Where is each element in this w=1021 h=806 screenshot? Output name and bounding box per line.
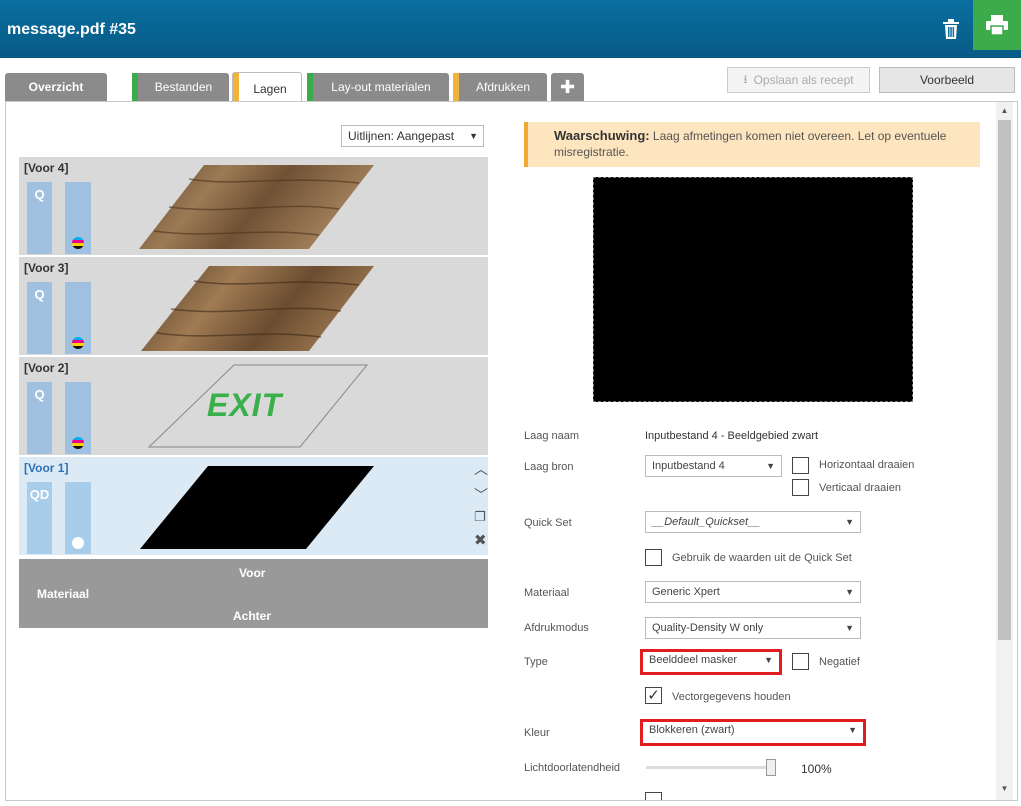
tab-layers[interactable]: Lagen [232,72,302,104]
flip-horizontal-checkbox[interactable] [792,457,809,474]
quick-set-value: __Default_Quickset__ [652,516,761,528]
chevron-down-icon: ﹀ [474,487,488,503]
copy-icon: ❐ [474,509,486,524]
chevron-up-icon: ︿ [474,461,488,477]
chevron-down-icon: ▼ [766,461,775,471]
scroll-up-arrow[interactable]: ▲ [998,104,1011,118]
keep-vector-label: Vectorgegevens houden [672,691,791,703]
tab-label: Lay-out materialen [331,80,431,94]
plus-icon: ✚ [559,76,576,97]
move-down-button[interactable]: ﹀ [474,485,488,505]
tab-status-stripe [132,73,138,101]
tab-label: Afdrukken [475,80,531,94]
tab-status-stripe [453,73,459,101]
chevron-down-icon: ▼ [845,587,854,597]
tab-label: Bestanden [154,80,213,94]
quick-set-label: Quick Set [524,517,572,529]
use-quick-set-checkbox[interactable] [645,549,662,566]
trash-icon [943,19,959,39]
color-select[interactable]: Blokkeren (zwart) ▼ [640,719,866,746]
layer-source-value: Inputbestand 4 [652,460,725,472]
next-checkbox-partial[interactable] [645,792,662,800]
tab-overview[interactable]: Overzicht [5,73,107,101]
material-label: Materiaal [37,587,90,601]
tab-label: Overzicht [28,80,84,94]
layer-thumbnail-black [140,466,374,549]
scroll-down-arrow[interactable]: ▼ [998,782,1011,796]
type-label: Type [524,656,548,668]
quick-set-select[interactable]: __Default_Quickset__ ▼ [645,511,861,533]
print-mode-label: Afdrukmodus [524,622,589,634]
tab-print[interactable]: Afdrukken [453,73,547,101]
content-panel: Uitlijnen: Aangepast ▼ [Voor 4] Q [Voor … [5,101,1018,801]
material-box: Voor Materiaal Achter [19,559,488,628]
print-button[interactable] [973,0,1021,50]
duplicate-layer-button[interactable]: ❐ [474,509,486,525]
opacity-slider-handle[interactable] [766,759,776,776]
material-front-label: Voor [239,566,266,580]
negative-label: Negatief [819,656,860,668]
print-mode-value: Quality-Density W only [652,622,764,634]
type-select[interactable]: Beelddeel masker ▼ [640,649,782,675]
opacity-label: Lichtdoorlatendheid [524,762,621,774]
save-recipe-button[interactable]: ⭳ Opslaan als recept [727,67,870,93]
add-tab-button[interactable]: ✚ [551,73,584,101]
opacity-slider-track[interactable] [646,766,776,769]
layer-name-label: Laag naam [524,430,580,442]
save-recipe-label: Opslaan als recept [753,73,854,87]
material-select[interactable]: Generic Xpert ▼ [645,581,861,603]
layer-item[interactable]: [Voor 3] Q [19,257,488,356]
print-mode-select[interactable]: Quality-Density W only ▼ [645,617,861,639]
flip-horizontal-label: Horizontaal draaien [819,459,915,471]
layer-preview [593,177,913,402]
tab-files[interactable]: Bestanden [132,73,229,101]
warning-title: Waarschuwing: [554,128,650,143]
material-back-label: Achter [233,609,272,623]
tab-layout-materials[interactable]: Lay-out materialen [307,73,449,101]
use-quick-set-label: Gebruik de waarden uit de Quick Set [672,552,852,564]
chevron-down-icon: ▼ [764,655,773,665]
layer-source-select[interactable]: Inputbestand 4 ▼ [645,455,782,477]
flip-vertical-label: Verticaal draaien [819,482,901,494]
checkmark-icon: ✓ [647,687,660,704]
layer-item[interactable]: [Voor 4] Q [19,157,488,256]
window-title: message.pdf #35 [7,21,136,38]
layer-thumbnail-wood [139,165,374,249]
opacity-value: 100% [801,762,832,776]
layer-name-value: Inputbestand 4 - Beeldgebied zwart [645,430,819,442]
material-field-label: Materiaal [524,587,570,599]
type-value: Beelddeel masker [649,654,738,666]
layer-item[interactable]: [Voor 2] Q EXIT [19,357,488,456]
negative-checkbox[interactable] [792,653,809,670]
warning-banner: Waarschuwing: Laag afmetingen komen niet… [524,122,980,167]
title-bar: message.pdf #35 [0,0,1021,58]
align-select[interactable]: Uitlijnen: Aangepast ▼ [341,125,484,147]
tab-status-stripe [307,73,313,101]
chevron-down-icon: ▼ [848,725,857,735]
layer-thumbnail-wood [141,266,374,351]
flip-vertical-checkbox[interactable] [792,479,809,496]
delete-button[interactable] [928,0,974,58]
preview-label: Voorbeeld [919,73,975,87]
tab-label: Lagen [253,81,287,96]
color-value: Blokkeren (zwart) [649,724,735,736]
scrollbar-thumb[interactable] [998,120,1011,640]
layer-source-label: Laag bron [524,461,574,473]
exit-sign-text: EXIT [207,387,283,423]
color-label: Kleur [524,727,550,739]
close-icon: ✖ [474,532,487,549]
download-icon: ⭳ [743,71,748,86]
preview-button[interactable]: Voorbeeld [879,67,1015,93]
printer-icon [986,15,1008,35]
move-up-button[interactable]: ︿ [474,459,488,479]
chevron-down-icon: ▼ [845,623,854,633]
material-value: Generic Xpert [652,586,720,598]
align-select-value: Uitlijnen: Aangepast [348,129,455,143]
chevron-down-icon: ▼ [845,517,854,527]
chevron-down-icon: ▼ [469,131,478,141]
tab-status-stripe [233,73,239,104]
remove-layer-button[interactable]: ✖ [474,531,487,549]
keep-vector-checkbox[interactable]: ✓ [645,687,662,704]
layer-item-selected[interactable]: [Voor 1] QD ︿ ﹀ ❐ ✖ [19,457,488,556]
